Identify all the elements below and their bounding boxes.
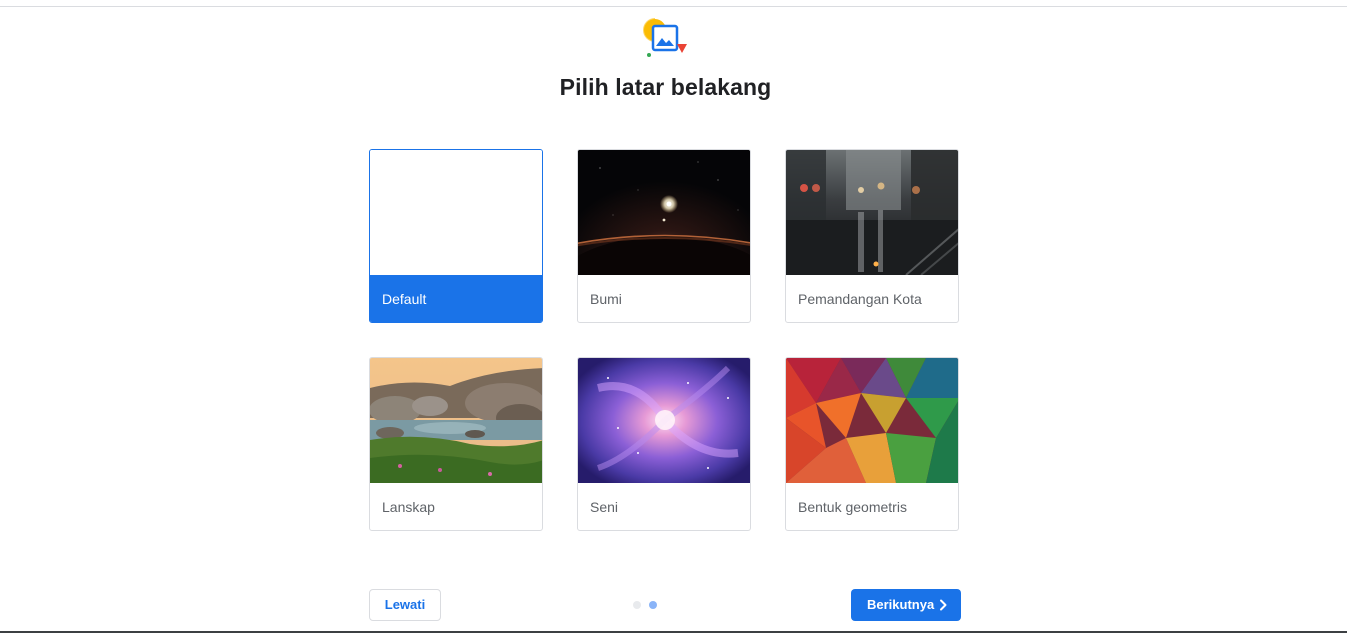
art-thumbnail — [578, 358, 750, 483]
background-tile-earth[interactable]: Bumi — [577, 149, 751, 323]
page-title: Pilih latar belakang — [559, 74, 772, 100]
skip-button[interactable]: Lewati — [369, 589, 441, 621]
default-thumbnail — [370, 150, 542, 275]
next-button[interactable]: Berikutnya — [851, 589, 961, 621]
welcome-background-page: Pilih latar belakang Default Bumi Pemand… — [0, 0, 1347, 633]
tile-label: Bumi — [590, 291, 622, 307]
landscape-thumbnail — [370, 358, 542, 483]
background-picker-icon — [641, 16, 691, 60]
geometric-thumbnail — [786, 358, 958, 483]
background-tile-landscape[interactable]: Lanskap — [369, 357, 543, 531]
step-indicator — [633, 601, 663, 609]
tile-label: Pemandangan Kota — [798, 291, 922, 307]
cityscape-thumbnail — [786, 150, 958, 275]
next-button-label: Berikutnya — [867, 597, 935, 612]
top-divider — [0, 6, 1347, 7]
step-dot-2 — [649, 601, 657, 609]
background-tile-cityscape[interactable]: Pemandangan Kota — [785, 149, 959, 323]
background-tile-default[interactable]: Default — [369, 149, 543, 323]
tile-label: Seni — [590, 499, 619, 515]
chevron-right-icon — [940, 599, 947, 611]
earth-thumbnail — [578, 150, 750, 275]
background-tile-art[interactable]: Seni — [577, 357, 751, 531]
tile-label: Bentuk geometris — [798, 499, 907, 515]
tile-label: Default — [370, 275, 542, 322]
tile-label: Lanskap — [382, 499, 435, 515]
background-tile-geometric[interactable]: Bentuk geometris — [785, 357, 959, 531]
step-dot-1 — [633, 601, 641, 609]
